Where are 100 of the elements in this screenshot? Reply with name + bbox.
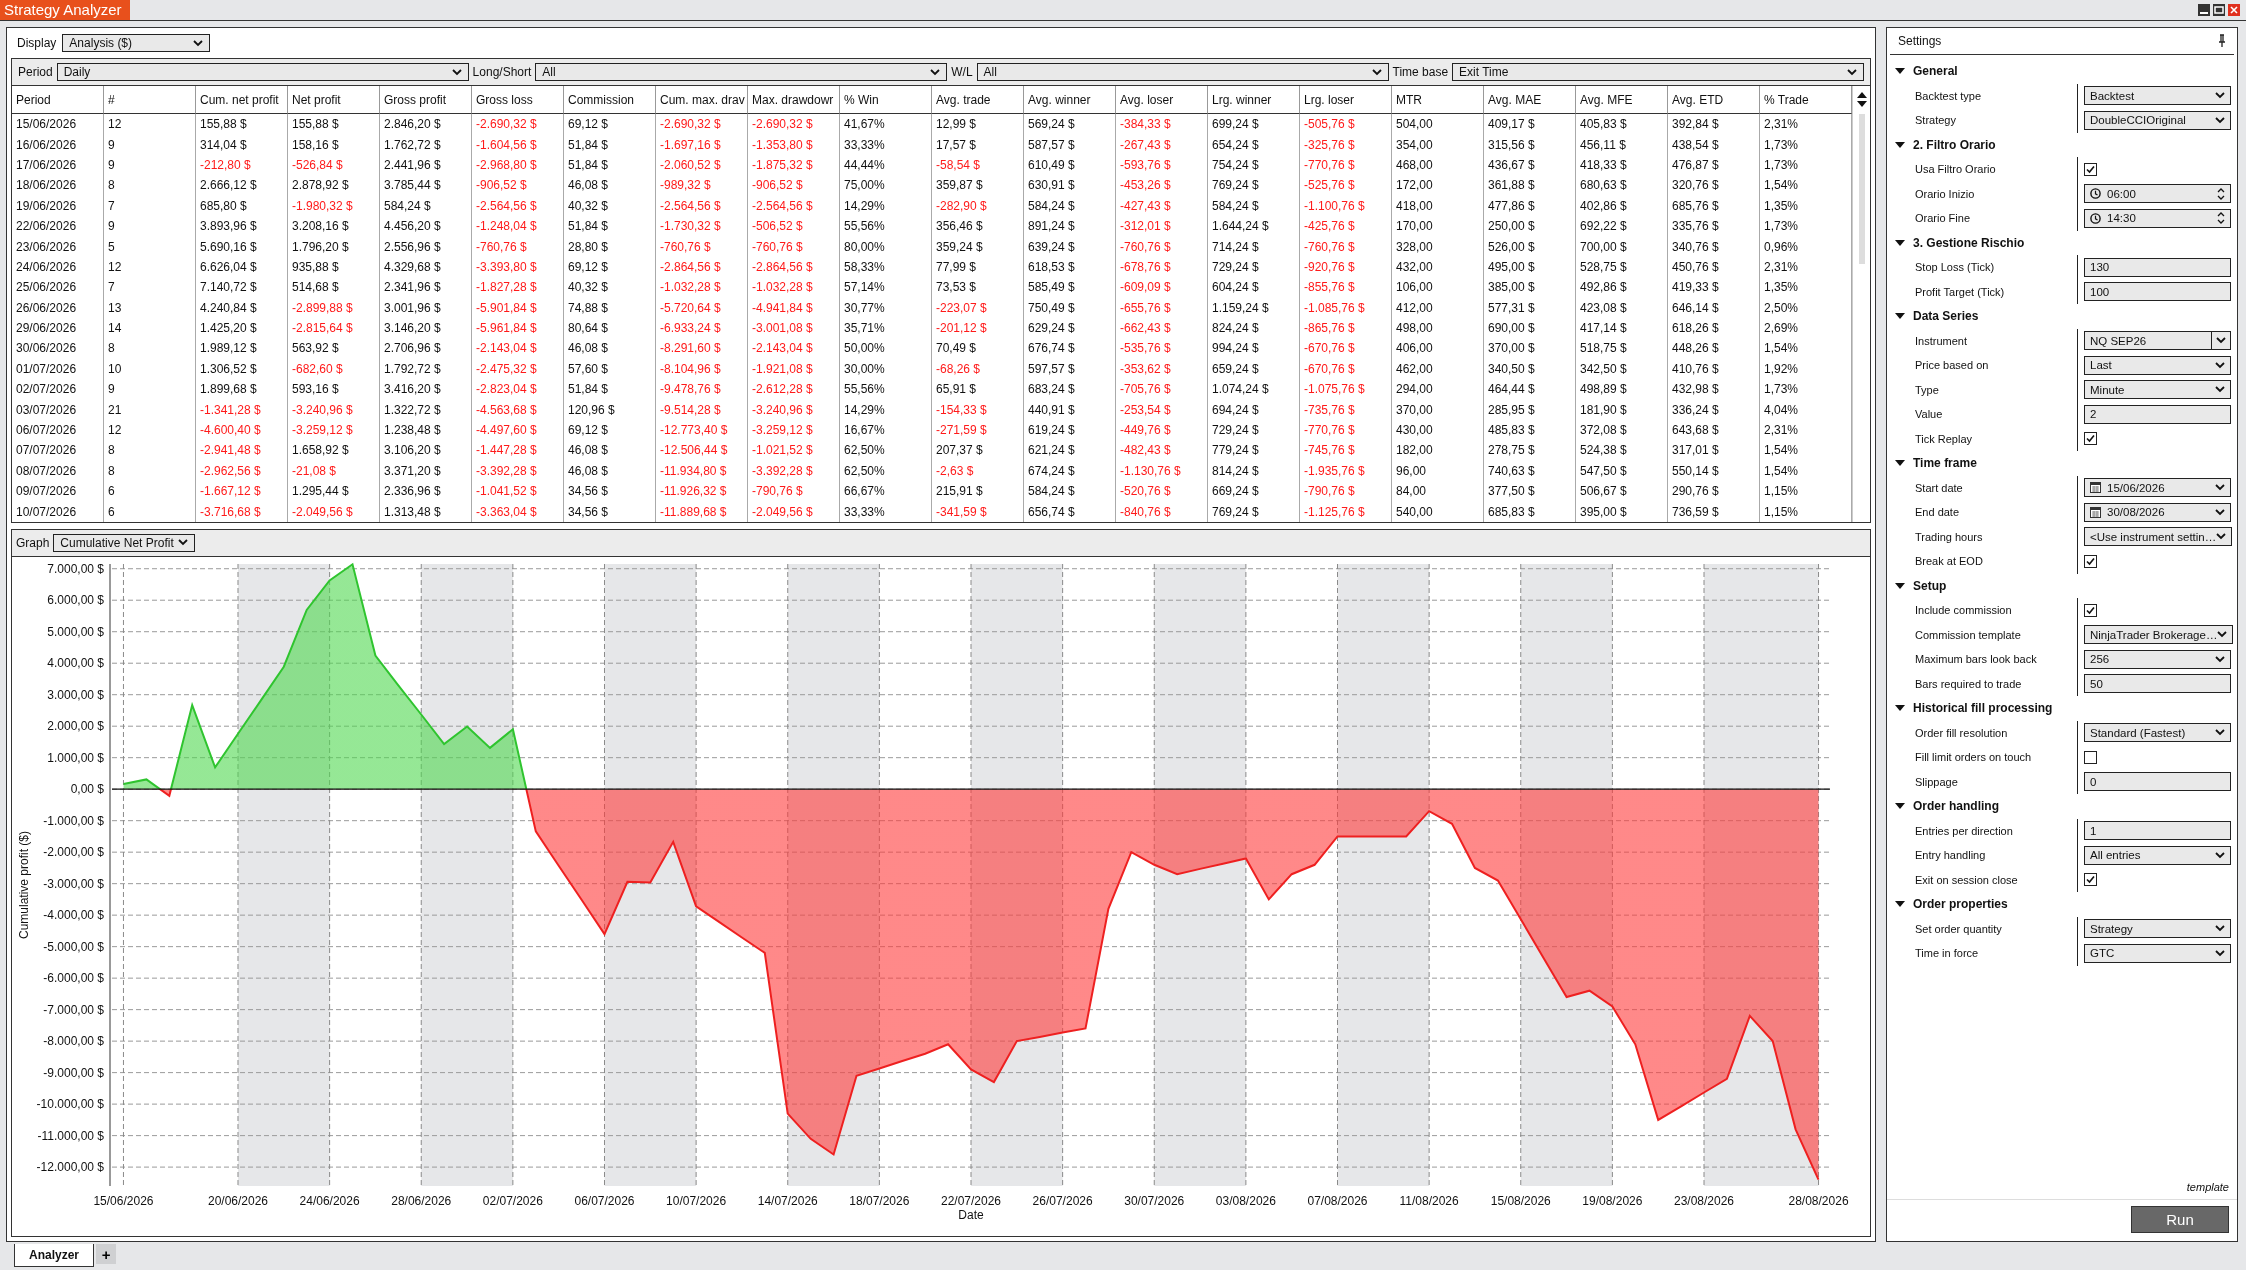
run-button[interactable]: Run (2131, 1206, 2229, 1233)
settings-dropdown[interactable]: DoubleCCIOriginal (2084, 110, 2231, 130)
column-header[interactable]: Avg. loser (1116, 86, 1208, 114)
settings-input[interactable]: 130 (2084, 257, 2231, 277)
instrument-combo[interactable]: NQ SEP26 (2084, 331, 2231, 351)
table-cell: 504,00 (1392, 114, 1484, 135)
table-cell: 417,14 $ (1576, 317, 1668, 339)
checkbox[interactable] (2084, 873, 2097, 887)
settings-dropdown[interactable]: <Use instrument settin… (2084, 527, 2233, 547)
settings-dropdown[interactable]: All entries (2084, 845, 2231, 865)
settings-dropdown[interactable]: Standard (Fastest) (2084, 723, 2231, 743)
column-header[interactable]: % Trade (1760, 86, 1852, 114)
column-header[interactable]: Avg. MAE (1484, 86, 1576, 114)
column-header[interactable]: MTR (1392, 86, 1484, 114)
expand-arrow-icon[interactable] (1895, 139, 1905, 150)
scrollbar[interactable] (1852, 86, 1870, 522)
column-header[interactable]: Net profit (288, 86, 380, 114)
filter-dropdown[interactable]: Exit Time (1452, 63, 1864, 81)
table-cell: -8.104,96 $ (656, 358, 748, 380)
table-cell: 58,33% (840, 256, 932, 278)
table-cell: -2.968,80 $ (472, 154, 564, 176)
table-cell: 2.706,96 $ (380, 338, 472, 359)
column-header[interactable]: # (104, 86, 196, 114)
checkbox[interactable] (2084, 750, 2097, 764)
clock-icon (2090, 212, 2101, 224)
spinner-icon[interactable] (2217, 187, 2225, 200)
table-cell: 402,86 $ (1576, 195, 1668, 216)
column-header[interactable]: Avg. MFE (1576, 86, 1668, 114)
checkbox[interactable] (2084, 432, 2097, 446)
chevron-down-icon (2215, 484, 2225, 492)
settings-input[interactable]: 2 (2084, 404, 2231, 424)
table-cell: 524,38 $ (1576, 440, 1668, 461)
date-picker[interactable]: 15/06/2026 (2084, 478, 2231, 498)
date-picker[interactable]: 30/08/2026 (2084, 502, 2231, 522)
settings-input[interactable]: 1 (2084, 821, 2231, 841)
settings-input[interactable]: 0 (2084, 772, 2231, 792)
column-header[interactable]: Avg. trade (932, 86, 1024, 114)
column-header[interactable]: % Win (840, 86, 932, 114)
table-cell: -9.514,28 $ (656, 399, 748, 420)
filter-dropdown[interactable]: All (976, 63, 1389, 81)
column-header[interactable]: Cum. max. drav (656, 86, 748, 114)
settings-dropdown[interactable]: GTC (2084, 943, 2231, 963)
table-cell: 1,73% (1760, 215, 1852, 237)
settings-dropdown[interactable]: 256 (2084, 649, 2231, 669)
spinner-icon[interactable] (2217, 212, 2225, 225)
table-cell: 19/06/2026 (12, 195, 104, 216)
table-cell: 750,49 $ (1024, 297, 1116, 318)
expand-arrow-icon[interactable] (1895, 580, 1905, 591)
time-field[interactable]: 06:00 (2084, 184, 2231, 204)
filter-dropdown[interactable]: Daily (56, 63, 469, 81)
scroll-up-icon[interactable] (1856, 92, 1867, 98)
table-cell: 328,00 (1392, 236, 1484, 257)
column-header[interactable]: Gross profit (380, 86, 472, 114)
settings-dropdown[interactable]: NinjaTrader Brokerage… (2084, 625, 2234, 645)
scroll-down-icon[interactable] (1856, 101, 1867, 107)
table-cell: -2,63 $ (932, 460, 1024, 482)
column-header[interactable]: Cum. net profit (196, 86, 288, 114)
graph-dropdown[interactable]: Cumulative Net Profit (53, 533, 196, 552)
close-icon[interactable] (2228, 4, 2240, 16)
maximize-icon[interactable] (2213, 4, 2225, 16)
checkbox[interactable] (2084, 603, 2097, 617)
settings-dropdown[interactable]: Strategy (2084, 919, 2231, 939)
pin-icon[interactable] (2218, 34, 2226, 48)
settings-dropdown[interactable]: Last (2084, 355, 2231, 375)
display-dropdown[interactable]: Analysis ($) (62, 34, 211, 52)
x-axis-label: 26/07/2026 (1032, 1193, 1093, 1208)
settings-input[interactable]: 100 (2084, 282, 2231, 302)
table-cell: 51,84 $ (564, 134, 656, 155)
table-cell: 09/07/2026 (12, 481, 104, 502)
column-header[interactable]: Period (12, 86, 104, 114)
expand-arrow-icon[interactable] (1895, 237, 1905, 248)
settings-input[interactable]: 50 (2084, 674, 2231, 694)
table-cell: 498,00 (1392, 317, 1484, 339)
setting-label: Start date (1915, 481, 1964, 494)
analyzer-tab[interactable]: Analyzer (14, 1244, 95, 1267)
table-cell: -353,62 $ (1116, 358, 1208, 380)
table-cell: -1.130,76 $ (1116, 460, 1208, 482)
settings-dropdown[interactable]: Backtest (2084, 86, 2231, 106)
settings-dropdown[interactable]: Minute (2084, 380, 2231, 400)
table-cell: 419,33 $ (1668, 277, 1760, 298)
table-cell: 935,88 $ (288, 256, 380, 278)
table-cell: -682,60 $ (288, 358, 380, 380)
column-header[interactable]: Avg. winner (1024, 86, 1116, 114)
x-axis-label: 23/08/2026 (1674, 1193, 1735, 1208)
column-header[interactable]: Max. drawdowr (748, 86, 840, 114)
template-link[interactable]: template (2186, 1181, 2229, 1193)
column-header[interactable]: Lrg. loser (1300, 86, 1392, 114)
column-header[interactable]: Avg. ETD (1668, 86, 1760, 114)
table-cell: 676,74 $ (1024, 338, 1116, 359)
column-header[interactable]: Gross loss (472, 86, 564, 114)
filter-dropdown[interactable]: All (535, 63, 948, 81)
table-cell: 674,24 $ (1024, 460, 1116, 482)
column-header[interactable]: Lrg. winner (1208, 86, 1300, 114)
minimize-icon[interactable] (2198, 4, 2210, 16)
column-header[interactable]: Commission (564, 86, 656, 114)
add-tab-button[interactable]: + (96, 1244, 117, 1264)
table-cell: 410,76 $ (1668, 358, 1760, 380)
checkbox[interactable] (2084, 554, 2097, 568)
checkbox[interactable] (2084, 162, 2097, 176)
time-field[interactable]: 14:30 (2084, 208, 2231, 228)
